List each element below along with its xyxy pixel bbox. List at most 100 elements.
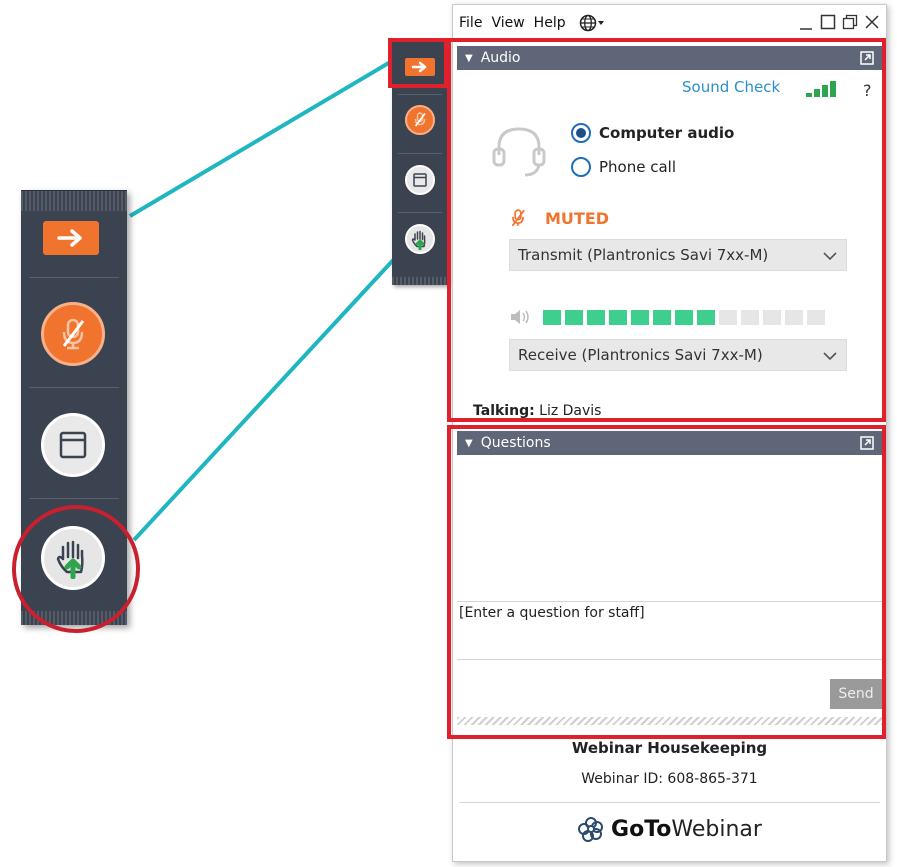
phone-call-option[interactable]: Phone call [571,157,676,177]
chevron-down-icon [823,252,837,261]
gotowebinar-logo-icon [578,817,604,842]
signal-strength-icon [806,81,836,97]
restore-icon [842,14,858,30]
questions-divider [457,601,882,602]
transmit-device-value: Transmit (Plantronics Savi 7xx-M) [518,246,769,264]
collapse-triangle-icon: ▼ [465,52,473,64]
headset-icon [492,127,546,177]
toolbar-grip [21,191,127,211]
resize-grip[interactable] [457,717,882,725]
input-level-row [509,308,825,326]
level-segment [653,309,671,325]
questions-panel-header[interactable]: ▼ Questions [457,431,882,455]
webinar-title: Webinar Housekeeping [571,739,768,757]
level-segment [631,309,649,325]
transmit-device-select[interactable]: Transmit (Plantronics Savi 7xx-M) [509,239,847,271]
globe-icon [579,14,596,32]
computer-audio-radio[interactable] [571,123,591,143]
show-panel-button-enlarged[interactable] [41,413,105,477]
menu-file[interactable]: File [459,15,482,31]
computer-audio-option[interactable]: Computer audio [571,123,734,143]
control-panel-window: File View Help ▼ Audio Sound Check ? Com… [447,4,887,862]
level-segment [697,309,715,325]
mic-muted-icon [62,318,85,350]
send-button[interactable]: Send [830,679,882,709]
level-segment [785,309,803,325]
level-segment [763,309,781,325]
level-segment [675,309,693,325]
level-segment [543,309,561,325]
talking-indicator: Talking: Liz Davis [473,403,601,419]
control-toolbar [388,38,448,285]
level-segment [587,309,605,325]
toolbar-grip [392,277,448,285]
speaker-icon [511,310,529,324]
popout-button[interactable] [860,436,874,454]
minimize-button[interactable] [798,13,814,31]
restore-button[interactable] [842,13,858,31]
level-segment [741,309,759,325]
level-segment [609,309,627,325]
collapse-button-enlarged[interactable] [43,221,99,255]
gotowebinar-logo: GoTo Webinar [453,815,886,843]
audio-panel-header[interactable]: ▼ Audio [457,46,882,70]
mic-muted-icon [414,112,426,127]
highlight-box [388,38,448,88]
close-button[interactable] [864,13,880,31]
popout-button[interactable] [860,51,874,69]
sound-check-link[interactable]: Sound Check [682,78,780,96]
raise-hand-button[interactable] [405,224,435,254]
mute-status: MUTED [509,207,609,229]
input-level-meter [543,309,825,325]
maximize-button[interactable] [820,13,836,31]
receive-device-select[interactable]: Receive (Plantronics Savi 7xx-M) [509,339,847,371]
phone-call-radio[interactable] [571,157,591,177]
talking-label: Talking: [473,403,535,419]
talking-name: Liz Davis [539,403,602,419]
questions-log [457,461,882,601]
audio-help-button[interactable]: ? [863,81,872,100]
menu-view[interactable]: View [491,15,524,31]
level-segment [719,309,737,325]
toolbar-divider [398,212,442,213]
computer-audio-label: Computer audio [599,124,735,142]
popout-icon [860,51,874,65]
toolbar-divider [29,277,119,278]
window-controls [798,13,880,31]
mute-button[interactable] [405,105,435,135]
collapse-triangle-icon: ▼ [465,437,473,449]
mute-button-enlarged[interactable] [41,302,105,366]
language-menu[interactable] [579,14,605,32]
minimize-icon [800,28,812,30]
brand-goto: GoTo [611,816,672,842]
arrow-right-icon [57,229,82,247]
show-panel-button[interactable] [405,165,435,195]
chevron-down-icon [823,352,837,361]
window-icon [59,431,87,459]
level-segment [807,309,825,325]
menu-help[interactable]: Help [534,15,566,31]
level-segment [565,309,583,325]
webinar-id: Webinar ID: 608-865-371 [581,771,758,787]
question-input[interactable]: [Enter a question for staff] [459,605,879,659]
receive-device-value: Receive (Plantronics Savi 7xx-M) [518,346,763,364]
window-icon [413,173,427,187]
questions-divider [457,659,882,660]
toolbar-divider [398,153,442,154]
mic-muted-icon [511,209,525,227]
connector-line-top [128,59,394,218]
raise-hand-icon [411,230,426,250]
caret-down-icon [597,21,604,25]
toolbar-divider [29,498,119,499]
questions-panel-title: Questions [480,435,551,451]
muted-label: MUTED [545,208,610,228]
toolbar-divider [398,94,442,95]
brand-webinar: Webinar [671,816,762,842]
maximize-icon [820,14,836,30]
connector-line-bottom [132,255,398,542]
phone-call-label: Phone call [599,158,677,176]
close-icon [865,15,879,29]
popout-icon [860,436,874,450]
audio-panel-title: Audio [480,50,521,66]
toolbar-divider [29,387,119,388]
